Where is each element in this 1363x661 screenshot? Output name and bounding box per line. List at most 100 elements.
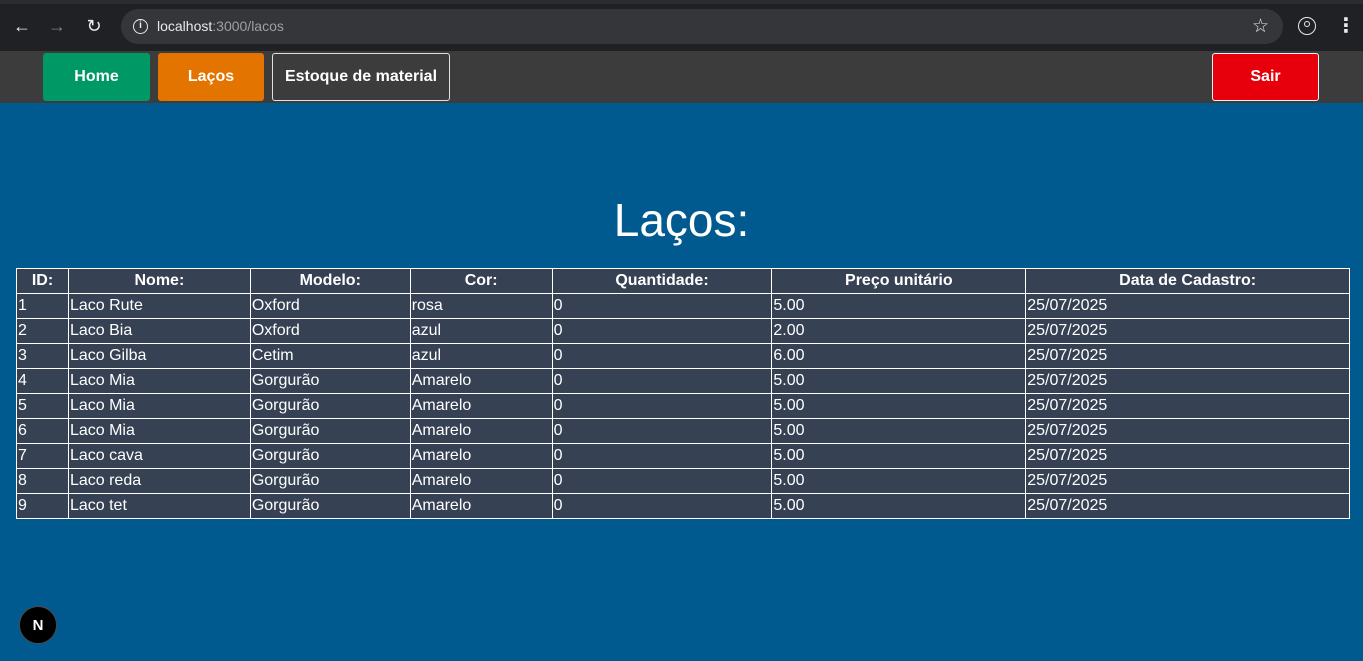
cell-cor: Amarelo xyxy=(409,493,553,519)
cell-cor: azul xyxy=(409,318,553,344)
cell-preco: 5.00 xyxy=(771,368,1027,394)
cell-quantidade: 0 xyxy=(551,368,773,394)
cell-quantidade: 0 xyxy=(551,443,773,469)
cell-quantidade: 0 xyxy=(551,468,773,494)
cell-modelo: Oxford xyxy=(249,318,411,344)
cell-id: 5 xyxy=(16,393,69,419)
column-header: Cor: xyxy=(409,268,553,294)
cell-data: 25/07/2025 xyxy=(1025,418,1350,444)
table-row: 4 Laco Mia Gorgurão Amarelo 0 5.00 25/07… xyxy=(16,368,1350,394)
forward-icon[interactable]: → xyxy=(46,15,68,37)
cell-id: 9 xyxy=(16,493,69,519)
column-header: Quantidade: xyxy=(551,268,773,294)
cell-nome: Laco Bia xyxy=(67,318,251,344)
cell-preco: 5.00 xyxy=(771,418,1027,444)
home-button[interactable]: Home xyxy=(43,53,150,101)
column-header: ID: xyxy=(16,268,69,294)
cell-modelo: Cetim xyxy=(249,343,411,369)
cell-quantidade: 0 xyxy=(551,293,773,319)
table-row: 1 Laco Rute Oxford rosa 0 5.00 25/07/202… xyxy=(16,293,1350,319)
cell-preco: 5.00 xyxy=(771,468,1027,494)
cell-cor: azul xyxy=(409,343,553,369)
url-path: :3000/lacos xyxy=(212,18,284,34)
column-header: Data de Cadastro: xyxy=(1025,268,1350,294)
table-row: 7 Laco cava Gorgurão Amarelo 0 5.00 25/0… xyxy=(16,443,1350,469)
cell-nome: Laco tet xyxy=(67,493,251,519)
cell-cor: Amarelo xyxy=(409,368,553,394)
cell-modelo: Gorgurão xyxy=(249,443,411,469)
column-header: Preço unitário xyxy=(771,268,1027,294)
cell-nome: Laco Mia xyxy=(67,393,251,419)
table-row: 8 Laco reda Gorgurão Amarelo 0 5.00 25/0… xyxy=(16,468,1350,494)
profile-icon[interactable] xyxy=(1298,17,1316,35)
table-row: 9 Laco tet Gorgurão Amarelo 0 5.00 25/07… xyxy=(16,493,1350,519)
cell-id: 3 xyxy=(16,343,69,369)
column-header: Modelo: xyxy=(249,268,411,294)
nextjs-dev-badge[interactable]: N xyxy=(19,606,57,644)
cell-cor: Amarelo xyxy=(409,393,553,419)
cell-preco: 5.00 xyxy=(771,293,1027,319)
cell-preco: 5.00 xyxy=(771,493,1027,519)
cell-modelo: Gorgurão xyxy=(249,468,411,494)
cell-nome: Laco Mia xyxy=(67,368,251,394)
app-navbar: Home Laços Estoque de material Sair xyxy=(0,51,1363,103)
info-icon[interactable]: i xyxy=(133,19,148,34)
cell-quantidade: 0 xyxy=(551,493,773,519)
cell-id: 2 xyxy=(16,318,69,344)
lacos-button[interactable]: Laços xyxy=(158,53,264,101)
cell-cor: Amarelo xyxy=(409,443,553,469)
table-header-row: ID: Nome: Modelo: Cor: Quantidade: Preço… xyxy=(16,268,1350,294)
address-bar[interactable]: i localhost:3000/lacos ☆ xyxy=(121,9,1283,44)
cell-nome: Laco Gilba xyxy=(67,343,251,369)
cell-data: 25/07/2025 xyxy=(1025,443,1350,469)
cell-id: 1 xyxy=(16,293,69,319)
browser-toolbar: ← → ↻ i localhost:3000/lacos ☆ ⋮ xyxy=(0,0,1363,51)
sair-button[interactable]: Sair xyxy=(1212,53,1319,101)
cell-id: 8 xyxy=(16,468,69,494)
cell-quantidade: 0 xyxy=(551,318,773,344)
cell-id: 6 xyxy=(16,418,69,444)
column-header: Nome: xyxy=(67,268,251,294)
cell-data: 25/07/2025 xyxy=(1025,318,1350,344)
cell-data: 25/07/2025 xyxy=(1025,393,1350,419)
cell-data: 25/07/2025 xyxy=(1025,493,1350,519)
cell-preco: 5.00 xyxy=(771,443,1027,469)
lacos-table: ID: Nome: Modelo: Cor: Quantidade: Preço… xyxy=(16,268,1350,519)
cell-nome: Laco cava xyxy=(67,443,251,469)
table-row: 3 Laco Gilba Cetim azul 0 6.00 25/07/202… xyxy=(16,343,1350,369)
table-row: 5 Laco Mia Gorgurão Amarelo 0 5.00 25/07… xyxy=(16,393,1350,419)
reload-icon[interactable]: ↻ xyxy=(83,15,105,37)
tab-strip xyxy=(0,0,1363,4)
cell-quantidade: 0 xyxy=(551,393,773,419)
cell-cor: rosa xyxy=(409,293,553,319)
cell-cor: Amarelo xyxy=(409,418,553,444)
page-title: Laços: xyxy=(613,194,750,246)
cell-quantidade: 0 xyxy=(551,418,773,444)
star-icon[interactable]: ☆ xyxy=(1252,15,1269,38)
cell-modelo: Gorgurão xyxy=(249,393,411,419)
cell-cor: Amarelo xyxy=(409,468,553,494)
cell-modelo: Oxford xyxy=(249,293,411,319)
table-row: 2 Laco Bia Oxford azul 0 2.00 25/07/2025 xyxy=(16,318,1350,344)
cell-data: 25/07/2025 xyxy=(1025,368,1350,394)
kebab-menu-icon[interactable]: ⋮ xyxy=(1336,14,1356,38)
cell-id: 4 xyxy=(16,368,69,394)
table-row: 6 Laco Mia Gorgurão Amarelo 0 5.00 25/07… xyxy=(16,418,1350,444)
cell-modelo: Gorgurão xyxy=(249,493,411,519)
url-host: localhost xyxy=(157,18,213,34)
cell-id: 7 xyxy=(16,443,69,469)
back-icon[interactable]: ← xyxy=(11,15,33,37)
cell-nome: Laco Rute xyxy=(67,293,251,319)
cell-quantidade: 0 xyxy=(551,343,773,369)
cell-preco: 5.00 xyxy=(771,393,1027,419)
cell-modelo: Gorgurão xyxy=(249,418,411,444)
estoque-button[interactable]: Estoque de material xyxy=(272,53,450,101)
cell-data: 25/07/2025 xyxy=(1025,468,1350,494)
cell-nome: Laco Mia xyxy=(67,418,251,444)
cell-preco: 2.00 xyxy=(771,318,1027,344)
cell-data: 25/07/2025 xyxy=(1025,343,1350,369)
cell-data: 25/07/2025 xyxy=(1025,293,1350,319)
cell-preco: 6.00 xyxy=(771,343,1027,369)
cell-nome: Laco reda xyxy=(67,468,251,494)
url-text[interactable]: localhost:3000/lacos xyxy=(157,18,284,34)
